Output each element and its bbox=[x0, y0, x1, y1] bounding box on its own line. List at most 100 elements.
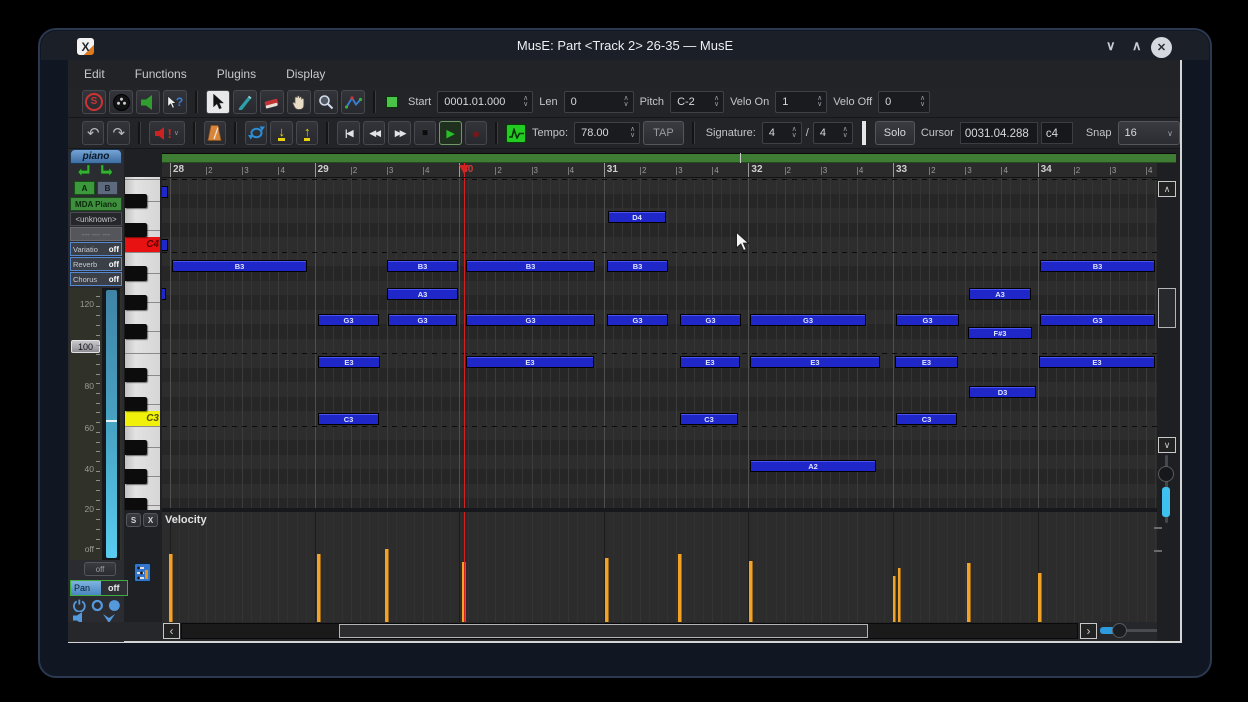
tempo-spinbox[interactable]: 78.00 ∧ ∨ bbox=[574, 122, 641, 144]
redo-button[interactable]: ↷ bbox=[107, 121, 130, 145]
patch-name[interactable]: MDA Piano bbox=[70, 197, 122, 211]
midi-note[interactable]: G3 bbox=[318, 314, 379, 326]
record-ring-icon[interactable] bbox=[91, 599, 104, 612]
controller-reverb[interactable]: Reverb off bbox=[70, 257, 122, 271]
piano-keyboard[interactable]: C4 C3 bbox=[124, 177, 160, 510]
black-key[interactable] bbox=[125, 396, 147, 411]
spin-down-icon[interactable]: ∨ bbox=[817, 101, 822, 108]
pencil-tool-button[interactable] bbox=[233, 90, 257, 114]
punch-out-button[interactable]: ↑ bbox=[295, 121, 319, 145]
midi-note[interactable]: B3 bbox=[607, 260, 668, 272]
velocity-bar[interactable] bbox=[893, 576, 896, 622]
velocity-bar[interactable] bbox=[169, 554, 173, 622]
panic-button[interactable]: ! ∨ bbox=[148, 121, 185, 145]
tab-piano[interactable]: piano bbox=[70, 149, 122, 164]
ab-button-a[interactable]: A bbox=[74, 181, 95, 195]
velocity-bar[interactable] bbox=[967, 563, 971, 622]
velocity-bar[interactable] bbox=[385, 549, 389, 622]
black-key[interactable] bbox=[125, 193, 147, 208]
dot-icon[interactable] bbox=[108, 599, 121, 612]
spin-down-icon[interactable]: ∨ bbox=[920, 101, 925, 108]
instrument-name[interactable]: <unknown> bbox=[70, 212, 122, 226]
speaker-button[interactable] bbox=[136, 90, 160, 114]
vscroll-down-button[interactable]: ∨ bbox=[1158, 437, 1176, 453]
minimize-icon[interactable]: ∨ bbox=[1106, 38, 1116, 54]
midi-note[interactable]: G3 bbox=[607, 314, 668, 326]
next-part-icon[interactable] bbox=[100, 164, 114, 178]
slider-off-button[interactable]: off bbox=[84, 562, 116, 576]
stop-button[interactable]: ■ bbox=[413, 121, 437, 145]
velocity-slider[interactable]: 100 120 80 60 40 20 off bbox=[70, 288, 122, 560]
hscroll-thumb[interactable] bbox=[339, 624, 868, 638]
maximize-icon[interactable]: ∧ bbox=[1132, 38, 1142, 54]
spin-down-icon[interactable]: ∨ bbox=[714, 101, 719, 108]
tap-button[interactable]: TAP bbox=[643, 121, 684, 145]
hscroll-right-button[interactable]: › bbox=[1080, 623, 1097, 639]
panic-dropdown-icon[interactable]: ∨ bbox=[174, 129, 179, 137]
spin-down-icon[interactable]: ∨ bbox=[523, 101, 528, 108]
pan-tool-button[interactable] bbox=[287, 90, 311, 114]
menu-display[interactable]: Display bbox=[286, 67, 325, 81]
midi-note[interactable]: F#3 bbox=[968, 327, 1032, 339]
black-key[interactable] bbox=[125, 440, 147, 455]
midi-note[interactable]: G3 bbox=[388, 314, 457, 326]
forward-button[interactable]: ▶▶ bbox=[388, 121, 411, 145]
rewind-start-button[interactable]: |◀ bbox=[337, 121, 360, 145]
midi-note[interactable]: E3 bbox=[318, 356, 380, 368]
undo-button[interactable]: ↶ bbox=[82, 121, 105, 145]
velocity-bar[interactable] bbox=[605, 558, 609, 622]
vscroll-up-button[interactable]: ∧ bbox=[1158, 181, 1176, 197]
play-button[interactable]: ▶ bbox=[439, 121, 462, 145]
black-key[interactable] bbox=[125, 295, 147, 310]
velocity-close-button[interactable]: X bbox=[143, 513, 158, 527]
midi-note[interactable]: E3 bbox=[895, 356, 958, 368]
midi-note[interactable]: G3 bbox=[680, 314, 741, 326]
midi-note[interactable]: G3 bbox=[1040, 314, 1155, 326]
pointer-tool-button[interactable] bbox=[206, 90, 230, 114]
spin-down-icon[interactable]: ∨ bbox=[623, 101, 628, 108]
line-draw-tool-button[interactable] bbox=[341, 90, 365, 114]
controller-variation[interactable]: Variatio off bbox=[70, 242, 122, 256]
midi-note[interactable]: A2 bbox=[750, 460, 876, 472]
pan-row[interactable]: Pan off bbox=[70, 580, 128, 596]
midi-note[interactable]: C3 bbox=[318, 413, 379, 425]
midi-note[interactable]: D3 bbox=[969, 386, 1036, 398]
pitch-spinbox[interactable]: C-2 ∧ ∨ bbox=[670, 91, 725, 113]
velocity-bar[interactable] bbox=[749, 561, 753, 622]
part-strip[interactable] bbox=[162, 153, 1176, 163]
velocity-bar[interactable] bbox=[1038, 573, 1042, 622]
len-spinbox[interactable]: 0 ∧ ∨ bbox=[563, 91, 634, 113]
solo-button[interactable]: Solo bbox=[874, 121, 915, 145]
velocity-lane[interactable] bbox=[162, 512, 1157, 622]
spin-down-icon[interactable]: ∨ bbox=[630, 132, 635, 139]
velo-off-spinbox[interactable]: 0 ∧ ∨ bbox=[878, 91, 931, 113]
vscroll-thumb[interactable] bbox=[1158, 288, 1176, 328]
velocity-solo-button[interactable]: S bbox=[126, 513, 141, 527]
midi-note[interactable]: E3 bbox=[1039, 356, 1155, 368]
black-key[interactable] bbox=[125, 266, 147, 281]
midi-note-fragment[interactable] bbox=[162, 186, 168, 198]
midi-note[interactable]: B3 bbox=[172, 260, 307, 272]
ab-button-b[interactable]: B bbox=[97, 181, 118, 195]
black-key[interactable] bbox=[125, 498, 147, 510]
midi-note[interactable]: B3 bbox=[387, 260, 458, 272]
midi-note[interactable]: E3 bbox=[466, 356, 594, 368]
velocity-bar[interactable] bbox=[898, 568, 901, 622]
signature-den-spinbox[interactable]: 4 ∧ ∨ bbox=[812, 122, 853, 144]
metronome-button[interactable] bbox=[203, 121, 226, 145]
slider-handle[interactable]: 100 bbox=[71, 340, 100, 353]
midi-note[interactable]: G3 bbox=[750, 314, 866, 326]
velocity-bar[interactable] bbox=[317, 554, 321, 622]
black-key[interactable] bbox=[125, 222, 147, 237]
note-grid[interactable]: D4 B3 B3 B3 B3 B3 A3 A3 G3 G3 G3 G3 G3 G3 G3 G3 F#3 E3 E3 E… bbox=[162, 178, 1157, 508]
menu-edit[interactable]: Edit bbox=[84, 67, 105, 81]
whatsthis-button[interactable]: ? bbox=[163, 90, 187, 114]
slider-bar[interactable] bbox=[106, 290, 117, 558]
timeline-ruler[interactable]: 28 2 3 4 29 2 3 4 30 2 3 4 31 2 3 4 32 2 3 4 33 2 3 4 34 2 3 4 bbox=[162, 163, 1157, 178]
highlighted-key-C4[interactable]: C4 bbox=[125, 237, 160, 252]
spin-down-icon[interactable]: ∨ bbox=[792, 132, 797, 139]
controller-chorus[interactable]: Chorus off bbox=[70, 272, 122, 286]
midi-note-fragment[interactable] bbox=[162, 239, 168, 251]
record-button[interactable]: ● bbox=[464, 121, 488, 145]
midi-note[interactable]: D4 bbox=[608, 211, 666, 223]
